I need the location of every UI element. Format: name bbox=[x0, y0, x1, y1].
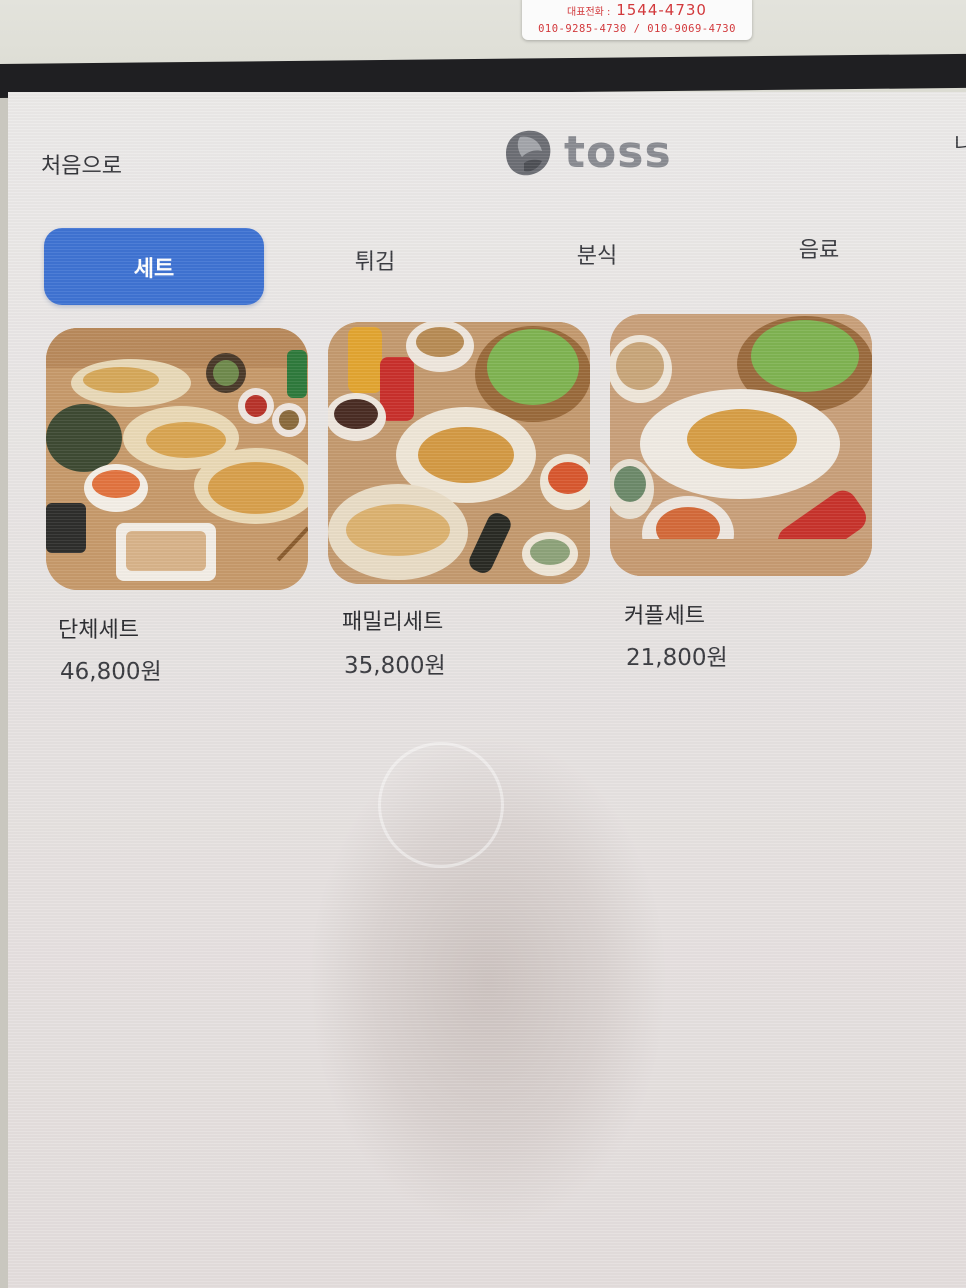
group-set-price[interactable]: 46,800원 bbox=[60, 652, 162, 686]
toss-logo-icon bbox=[496, 123, 554, 181]
main-phone-number: 1544-4730 bbox=[616, 1, 707, 19]
cut-off-header-text[interactable]: 니 bbox=[954, 128, 966, 157]
tab-drink-label: 음료 bbox=[798, 238, 840, 263]
family-set-photo bbox=[328, 322, 590, 584]
tab-set[interactable]: 세트 bbox=[44, 228, 264, 305]
menu-card-couple-set[interactable] bbox=[610, 314, 872, 576]
menu-card-group-set[interactable] bbox=[46, 328, 308, 590]
contact-sticker: 대표전화 : 1544-4730 010-9285-4730 / 010-906… bbox=[522, 0, 752, 40]
menu-card-family-set[interactable] bbox=[328, 322, 590, 584]
brand-wordmark: toss bbox=[564, 126, 672, 178]
group-set-photo bbox=[46, 328, 308, 590]
main-phone-line: 대표전화 : 1544-4730 bbox=[522, 0, 752, 23]
tab-fried-label: 튀김 bbox=[354, 250, 396, 275]
couple-set-price[interactable]: 21,800원 bbox=[626, 638, 728, 672]
couple-set-name[interactable]: 커플세트 bbox=[624, 598, 705, 630]
toss-logo: toss bbox=[496, 122, 672, 182]
group-set-name[interactable]: 단체세트 bbox=[58, 612, 139, 644]
family-set-name[interactable]: 패밀리세트 bbox=[342, 604, 443, 636]
camera-lens-reflection bbox=[378, 742, 504, 868]
tab-drink[interactable]: 음료 bbox=[778, 228, 860, 268]
couple-set-photo bbox=[610, 314, 872, 576]
tab-set-label: 세트 bbox=[133, 256, 175, 282]
family-set-price[interactable]: 35,800원 bbox=[344, 646, 446, 680]
kiosk-screen: 처음으로 toss 니 세트 튀김 분식 음료 단체세트 46,800원 패밀리… bbox=[8, 92, 966, 1288]
tab-fried[interactable]: 튀김 bbox=[334, 240, 416, 280]
tab-snack-label: 분식 bbox=[576, 244, 618, 269]
tab-snack[interactable]: 분식 bbox=[556, 234, 638, 274]
main-phone-label: 대표전화 : bbox=[567, 7, 611, 18]
home-button[interactable]: 처음으로 bbox=[41, 148, 122, 180]
sub-phone-numbers: 010-9285-4730 / 010-9069-4730 bbox=[538, 23, 736, 35]
